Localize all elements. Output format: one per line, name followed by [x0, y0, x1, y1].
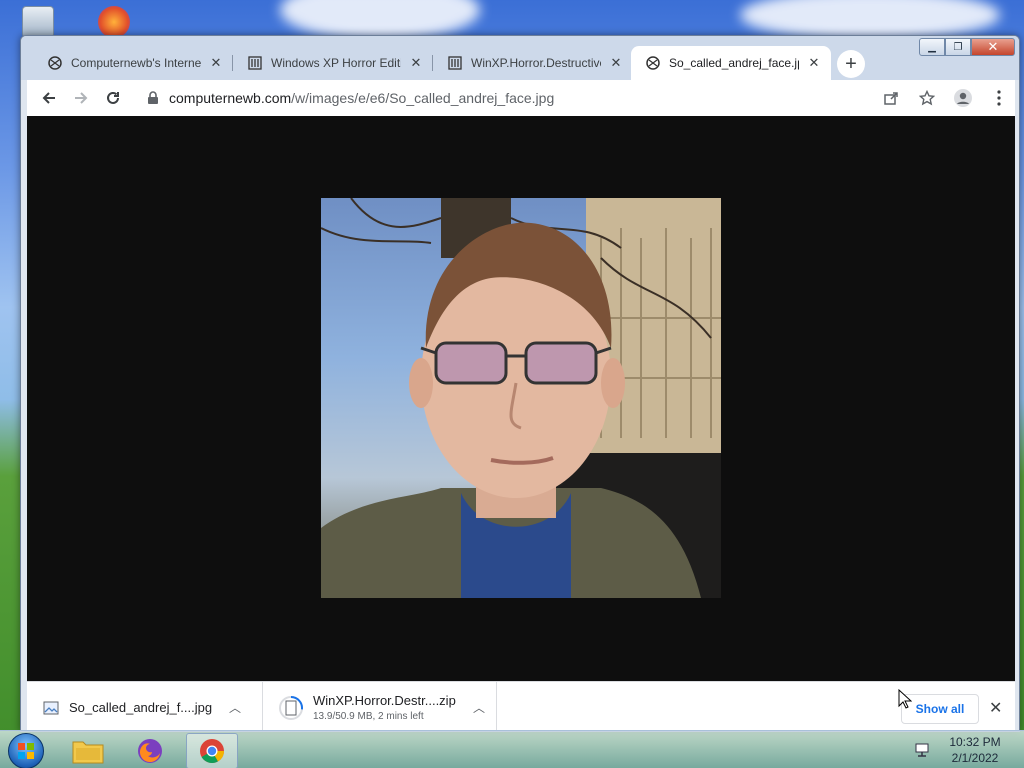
- coat-of-arms-favicon: [47, 55, 63, 71]
- share-icon: [884, 92, 898, 105]
- tab-strip: Computernewb's Internet ✕ Windows XP Hor…: [21, 36, 1019, 80]
- clock-time: 10:32 PM: [949, 735, 1001, 749]
- star-icon: [919, 90, 935, 106]
- close-window-button[interactable]: ✕: [971, 38, 1015, 56]
- download-item[interactable]: So_called_andrej_f....jpg ︿: [27, 681, 263, 731]
- taskbar-chrome[interactable]: [186, 733, 238, 768]
- museum-favicon: [447, 55, 463, 71]
- taskbar-firefox[interactable]: [124, 733, 176, 768]
- more-vertical-icon: [997, 90, 1001, 106]
- clock-date: 2/1/2022: [951, 751, 999, 765]
- tab-close-icon[interactable]: ✕: [409, 55, 423, 71]
- mouse-cursor-icon: [898, 689, 912, 709]
- chrome-window: Computernewb's Internet ✕ Windows XP Hor…: [20, 35, 1020, 732]
- tab-title: So_called_andrej_face.jpg: [669, 56, 799, 70]
- maximize-button[interactable]: ❐: [945, 38, 971, 56]
- firefox-desktop-icon[interactable]: [98, 6, 130, 38]
- bookmark-button[interactable]: [911, 82, 943, 114]
- taskbar-explorer[interactable]: [62, 733, 114, 768]
- show-all-button[interactable]: Show all: [901, 694, 979, 724]
- tab-winxp-horror-destructive[interactable]: WinXP.Horror.Destructive ✕: [433, 46, 633, 80]
- photo-of-man-with-glasses: [321, 198, 721, 598]
- back-button[interactable]: [33, 82, 65, 114]
- folder-icon: [72, 741, 104, 764]
- system-clock[interactable]: 10:32 PM 2/1/2022: [940, 734, 1010, 766]
- tab-close-icon[interactable]: ✕: [807, 55, 821, 71]
- desktop-cloud: [280, 0, 480, 40]
- lock-icon: [148, 91, 158, 104]
- zip-file-icon: [279, 695, 303, 720]
- taskbar: 10:32 PM 2/1/2022: [0, 730, 1024, 768]
- reload-button[interactable]: [97, 82, 129, 114]
- browser-toolbar: computernewb.com/w/images/e/e6/So_called…: [27, 80, 1015, 116]
- menu-button[interactable]: [983, 82, 1015, 114]
- profile-button[interactable]: [947, 82, 979, 114]
- museum-favicon: [247, 55, 263, 71]
- chevron-up-icon[interactable]: ︿: [473, 699, 485, 716]
- forward-button[interactable]: [65, 82, 97, 114]
- chrome-icon: [200, 739, 224, 764]
- download-filename: So_called_andrej_f....jpg: [69, 700, 213, 715]
- displayed-image[interactable]: [321, 198, 721, 598]
- toolbar-actions: [875, 82, 1015, 114]
- tab-title: WinXP.Horror.Destructive: [471, 56, 601, 70]
- url-host: computernewb.com: [169, 90, 292, 106]
- download-item[interactable]: WinXP.Horror.Destr....zip 13.9/50.9 MB, …: [263, 681, 497, 731]
- tab-title: Windows XP Horror Editi: [271, 56, 401, 70]
- close-icon[interactable]: ✕: [989, 698, 1002, 718]
- download-text: WinXP.Horror.Destr....zip 13.9/50.9 MB, …: [313, 693, 463, 722]
- url-path: /w/images/e/e6/So_called_andrej_face.jpg: [291, 90, 555, 106]
- tab-close-icon[interactable]: ✕: [609, 55, 623, 71]
- tab-title: Computernewb's Internet: [71, 56, 201, 70]
- tab-close-icon[interactable]: ✕: [209, 55, 223, 71]
- start-button[interactable]: [8, 733, 44, 768]
- arrow-right-icon: [75, 92, 88, 104]
- download-filename: WinXP.Horror.Destr....zip: [313, 693, 456, 708]
- tab-computernewb[interactable]: Computernewb's Internet ✕: [33, 46, 233, 80]
- share-button[interactable]: [875, 82, 907, 114]
- minimize-button[interactable]: ▁: [919, 38, 945, 56]
- url-text: computernewb.com/w/images/e/e6/So_called…: [169, 90, 554, 106]
- tab-windows-xp-horror[interactable]: Windows XP Horror Editi ✕: [233, 46, 433, 80]
- coat-of-arms-favicon: [645, 55, 661, 71]
- image-file-icon: [43, 701, 59, 714]
- tab-andrej-face[interactable]: So_called_andrej_face.jpg ✕: [631, 46, 831, 80]
- address-bar[interactable]: computernewb.com/w/images/e/e6/So_called…: [141, 83, 961, 113]
- image-viewport: [27, 116, 1015, 681]
- reload-icon: [107, 91, 119, 104]
- network-icon[interactable]: [914, 741, 932, 759]
- download-status: 13.9/50.9 MB, 2 mins left: [313, 711, 424, 722]
- avatar-icon: [954, 89, 972, 107]
- chevron-up-icon[interactable]: ︿: [229, 699, 241, 716]
- download-bar: So_called_andrej_f....jpg ︿ WinXP.Horror…: [27, 681, 1015, 731]
- arrow-left-icon: [42, 92, 55, 104]
- desktop-cloud: [740, 0, 1000, 40]
- recycle-bin-icon[interactable]: [22, 6, 54, 38]
- windows-logo-icon: [18, 743, 34, 759]
- new-tab-button[interactable]: +: [837, 50, 865, 78]
- firefox-icon: [138, 739, 162, 763]
